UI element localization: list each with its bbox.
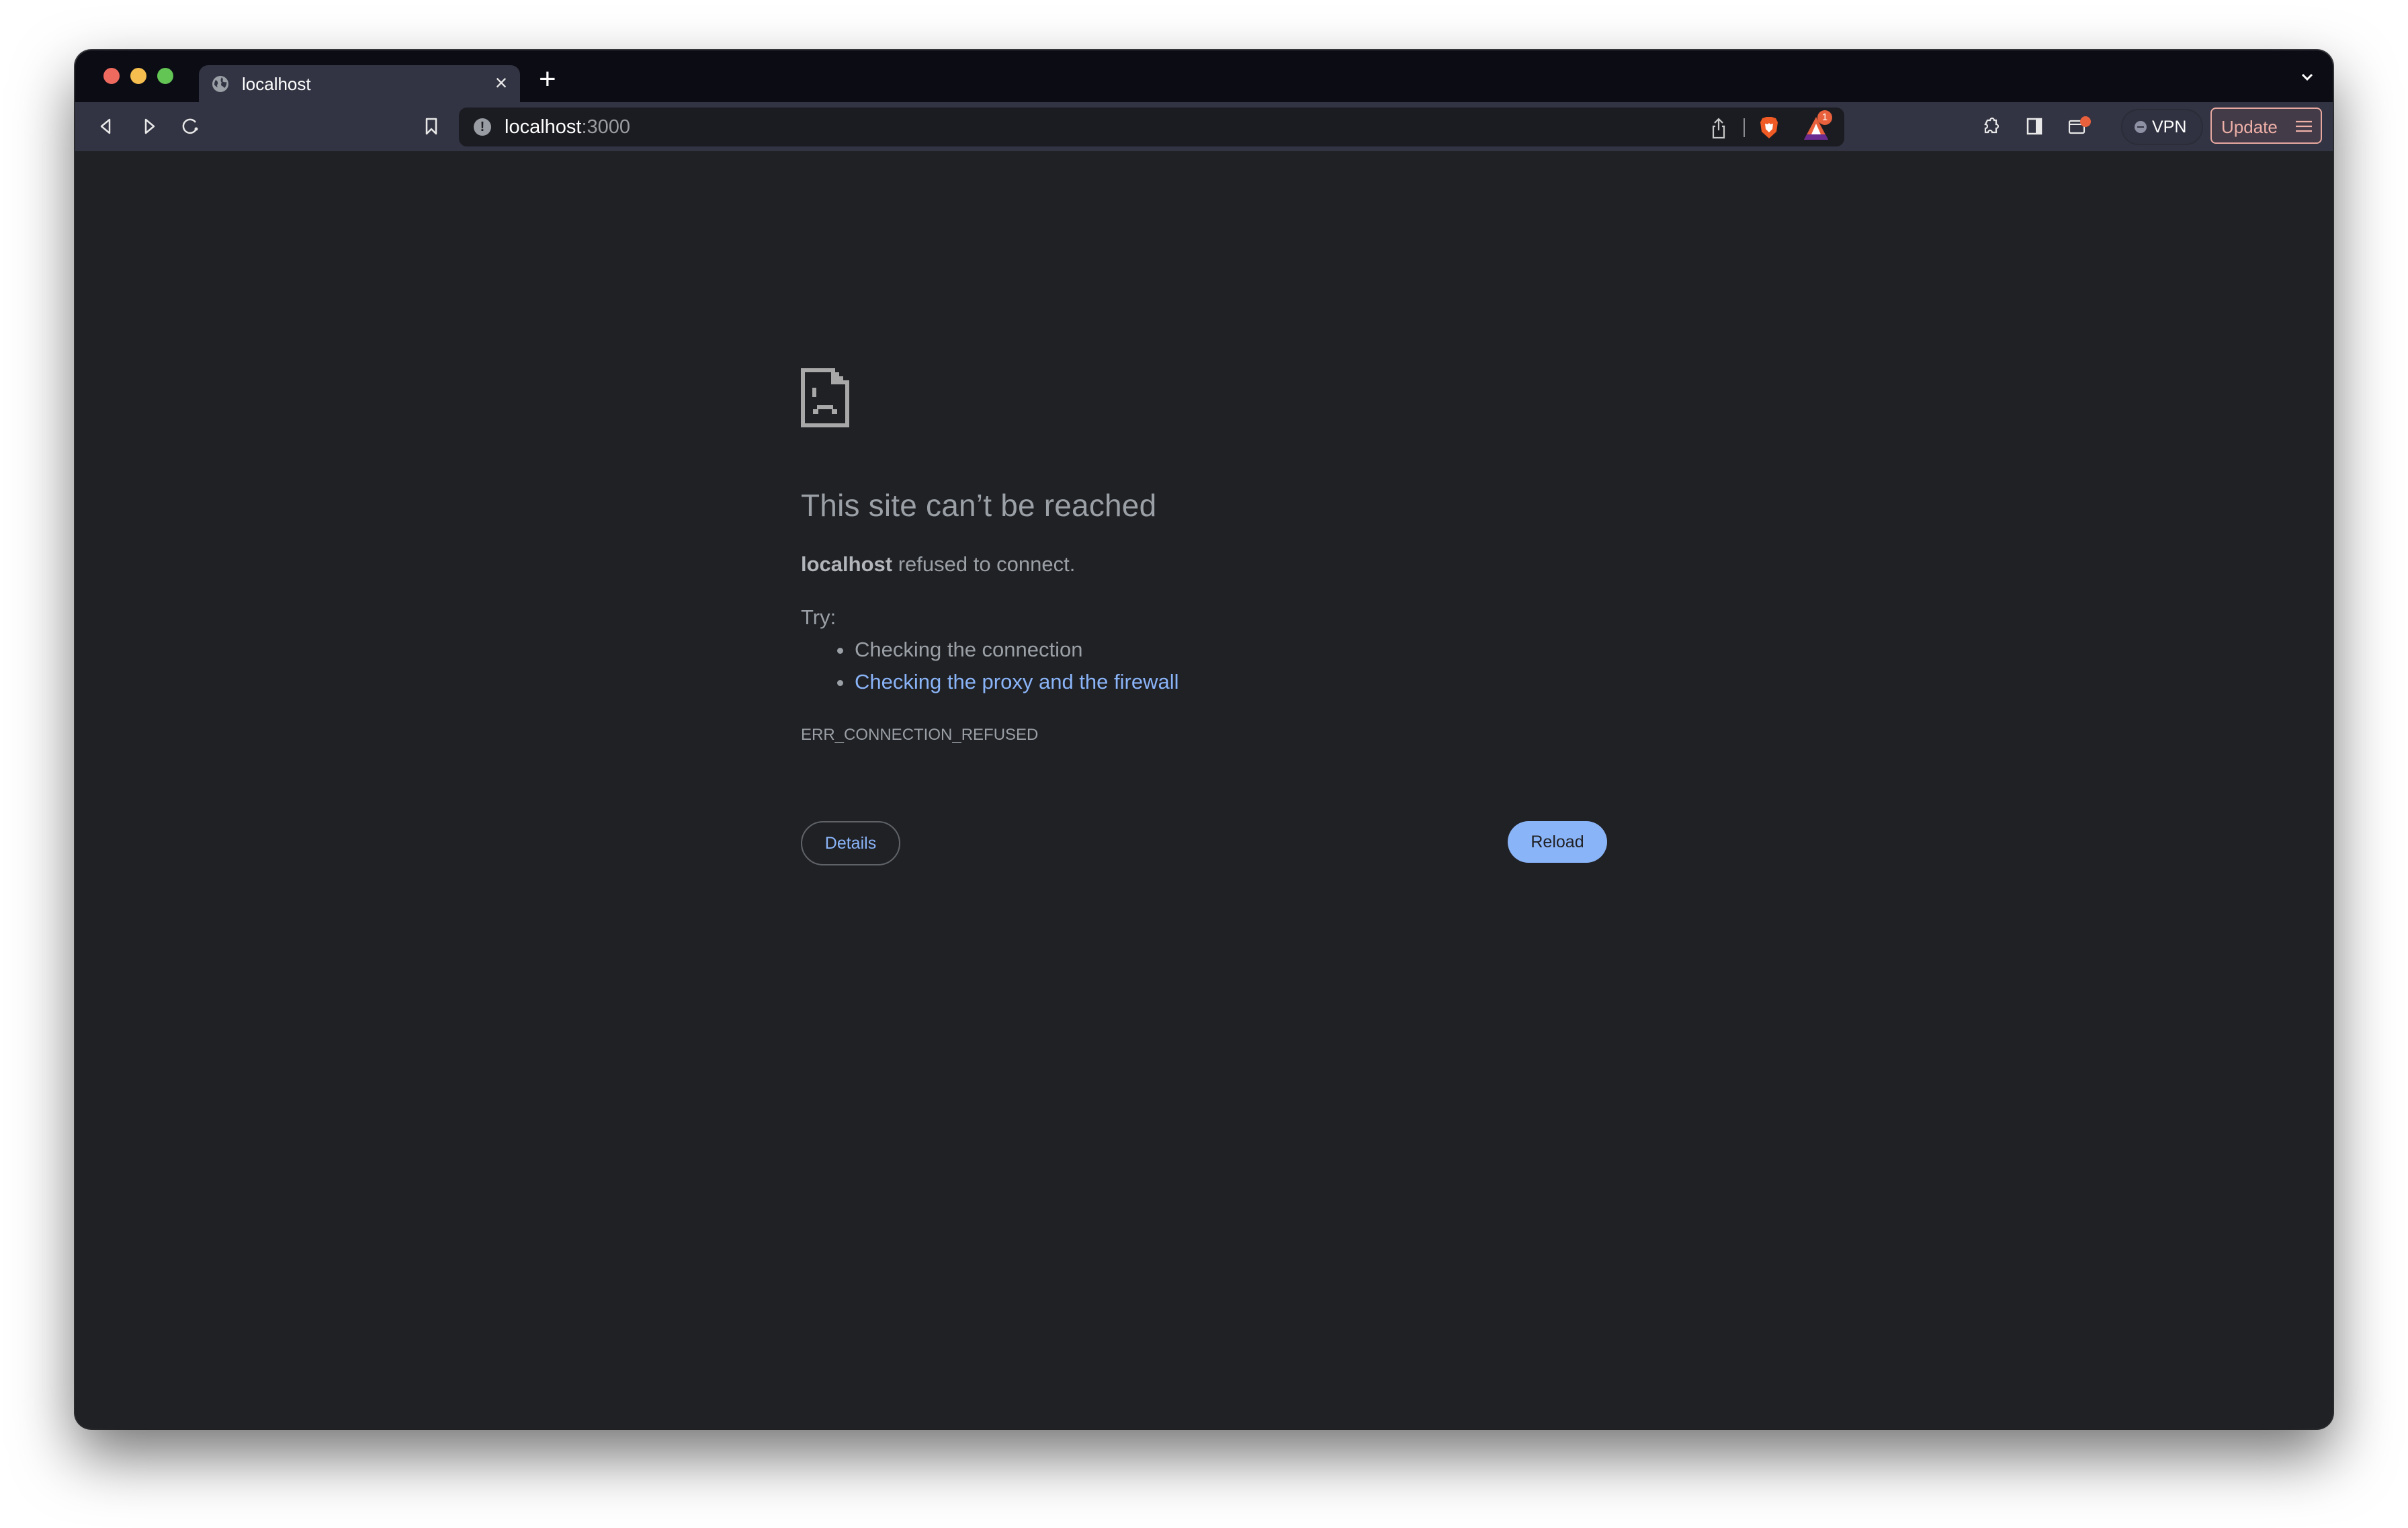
new-tab-button[interactable]: + <box>539 62 556 96</box>
sad-document-icon <box>801 368 849 427</box>
vpn-label: VPN <box>2152 118 2187 136</box>
address-bar[interactable]: ! localhost:3000 1 <box>459 108 1844 146</box>
info-icon[interactable]: ! <box>474 118 491 136</box>
error-page: This site can’t be reached localhost ref… <box>75 151 2333 1429</box>
bookmark-icon[interactable] <box>421 116 442 137</box>
chevron-down-icon[interactable] <box>2298 68 2317 87</box>
close-window-button[interactable] <box>103 68 120 84</box>
reload-button[interactable]: Reload <box>1508 821 1607 863</box>
browser-window: localhost × + ! localhost:3000 1 VPN Upd… <box>75 50 2333 1429</box>
update-menu-button[interactable]: Update <box>2210 108 2322 144</box>
share-icon[interactable] <box>1709 117 1729 140</box>
error-code: ERR_CONNECTION_REFUSED <box>801 726 1039 744</box>
reload-icon[interactable] <box>180 116 202 137</box>
suggestion-check-connection: Checking the connection <box>837 638 1083 661</box>
back-icon[interactable] <box>95 116 117 137</box>
tab-close-button[interactable]: × <box>492 71 511 95</box>
vpn-button[interactable]: VPN <box>2121 109 2203 145</box>
globe-icon <box>212 76 228 92</box>
forward-icon[interactable] <box>138 116 160 137</box>
tab-localhost[interactable]: localhost × <box>199 65 520 102</box>
notification-badge: 1 <box>1817 110 1832 125</box>
divider <box>1744 118 1745 137</box>
update-label: Update <box>2221 117 2278 137</box>
sidebar-icon[interactable] <box>2024 116 2045 137</box>
details-button[interactable]: Details <box>801 821 900 865</box>
hamburger-menu-icon <box>2296 120 2312 132</box>
extensions-icon[interactable] <box>1981 116 2002 137</box>
vpn-status-icon <box>2135 121 2147 133</box>
tab-title: localhost <box>242 74 311 94</box>
brave-shields-icon[interactable] <box>1758 116 1780 140</box>
suggestion-proxy-firewall-link[interactable]: Checking the proxy and the firewall <box>836 670 1178 694</box>
tab-strip: localhost × + <box>75 50 2333 102</box>
toolbar: ! localhost:3000 1 VPN Update <box>75 102 2333 151</box>
minimize-window-button[interactable] <box>130 68 146 84</box>
zoom-window-button[interactable] <box>157 68 173 84</box>
try-label: Try: <box>801 605 836 629</box>
error-message: localhost refused to connect. <box>801 552 1076 576</box>
url-text: localhost:3000 <box>505 116 631 138</box>
wallet-icon[interactable] <box>2067 116 2094 137</box>
error-heading: This site can’t be reached <box>801 488 1157 523</box>
